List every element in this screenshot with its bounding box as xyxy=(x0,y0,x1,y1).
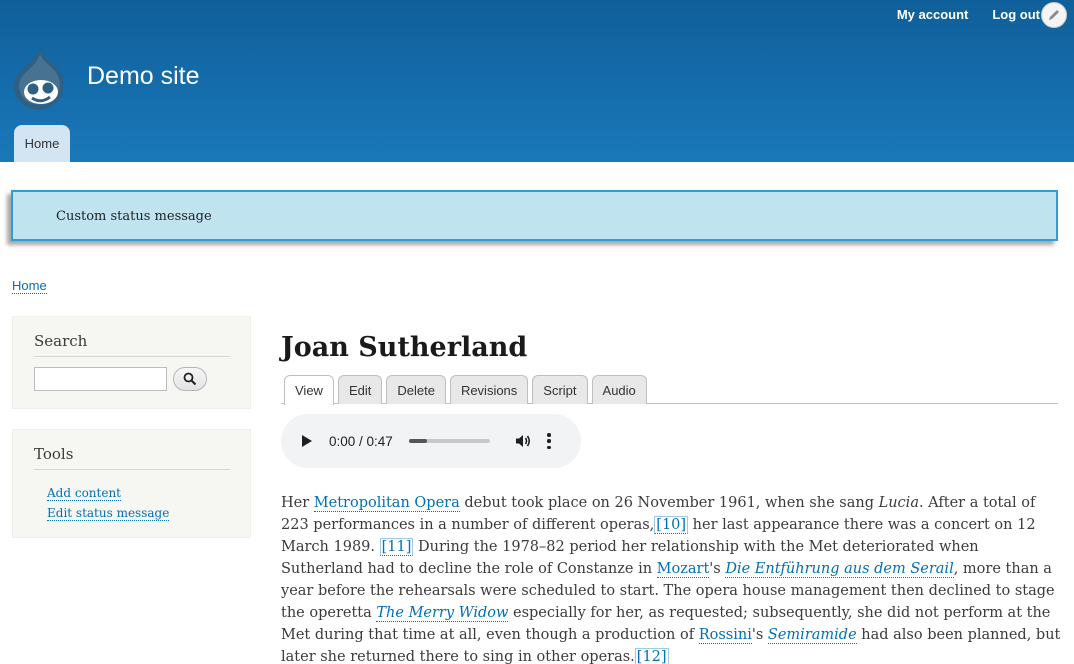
play-icon xyxy=(302,435,312,447)
list-item: Edit status message xyxy=(47,503,229,523)
tab-revisions[interactable]: Revisions xyxy=(449,375,529,404)
breadcrumb-home-link[interactable]: Home xyxy=(12,278,47,294)
log-out-link[interactable]: Log out xyxy=(992,7,1040,23)
mozart-link[interactable]: Mozart xyxy=(656,561,710,578)
volume-button[interactable] xyxy=(514,432,532,450)
reference-11-link[interactable]: [11] xyxy=(379,538,414,556)
rossini-link[interactable]: Rossini xyxy=(698,627,752,644)
audio-player: 0:00 / 0:47 xyxy=(281,414,581,468)
tab-audio[interactable]: Audio xyxy=(591,375,647,404)
play-button[interactable] xyxy=(301,434,315,448)
body-text: Her xyxy=(281,495,314,511)
search-block: Search xyxy=(12,316,251,409)
drupal-logo-icon[interactable] xyxy=(12,46,70,112)
search-form xyxy=(34,367,229,391)
merry-widow-link[interactable]: The Merry Widow xyxy=(376,605,509,622)
search-block-title: Search xyxy=(34,317,230,357)
body-text: 's xyxy=(751,627,768,643)
edit-status-message-link[interactable]: Edit status message xyxy=(47,506,170,521)
metropolitan-opera-link[interactable]: Metropolitan Opera xyxy=(313,495,460,512)
secondary-menu: My account Log out xyxy=(897,7,1040,23)
my-account-link[interactable]: My account xyxy=(897,7,969,23)
site-header: My account Log out Demo site Home xyxy=(0,0,1074,162)
volume-icon xyxy=(515,435,530,447)
audio-seek-slider[interactable] xyxy=(408,439,490,443)
tab-delete[interactable]: Delete xyxy=(386,375,446,404)
node-body: Her Metropolitan Opera debut took place … xyxy=(281,492,1061,664)
pencil-icon xyxy=(1049,10,1059,20)
tools-menu: Add content Edit status message xyxy=(34,483,229,523)
audio-seek-progress xyxy=(408,439,427,443)
reference-10-link[interactable]: [10] xyxy=(654,516,689,534)
audio-time-display: 0:00 / 0:47 xyxy=(329,433,393,449)
die-entfuhrung-link[interactable]: Die Entführung aus dem Serail xyxy=(725,561,954,578)
semiramide-link[interactable]: Semiramide xyxy=(767,627,857,644)
tab-edit[interactable]: Edit xyxy=(337,375,383,404)
page-title: Joan Sutherland xyxy=(281,332,528,363)
tools-block: Tools Add content Edit status message xyxy=(12,429,251,538)
body-text: debut took place on 26 November 1961, wh… xyxy=(459,495,879,511)
search-icon xyxy=(183,372,197,386)
site-name[interactable]: Demo site xyxy=(87,61,200,91)
list-item: Add content xyxy=(47,483,229,503)
breadcrumb: Home xyxy=(12,278,47,294)
local-tasks-tabs: View Edit Delete Revisions Script Audio xyxy=(281,375,1058,405)
body-emphasis: Lucia xyxy=(878,495,919,511)
add-content-link[interactable]: Add content xyxy=(47,486,121,501)
search-button[interactable] xyxy=(173,367,207,391)
more-options-icon[interactable] xyxy=(546,433,552,449)
reference-12-link[interactable]: [12] xyxy=(634,648,669,664)
body-text: 's xyxy=(709,561,726,577)
status-message: Custom status message xyxy=(11,190,1058,241)
primary-menu-home[interactable]: Home xyxy=(14,125,70,162)
tab-script[interactable]: Script xyxy=(532,375,588,404)
tab-view[interactable]: View xyxy=(284,375,334,405)
search-input[interactable] xyxy=(34,367,167,391)
contextual-edit-button[interactable] xyxy=(1041,2,1067,28)
tools-block-title: Tools xyxy=(34,430,230,470)
